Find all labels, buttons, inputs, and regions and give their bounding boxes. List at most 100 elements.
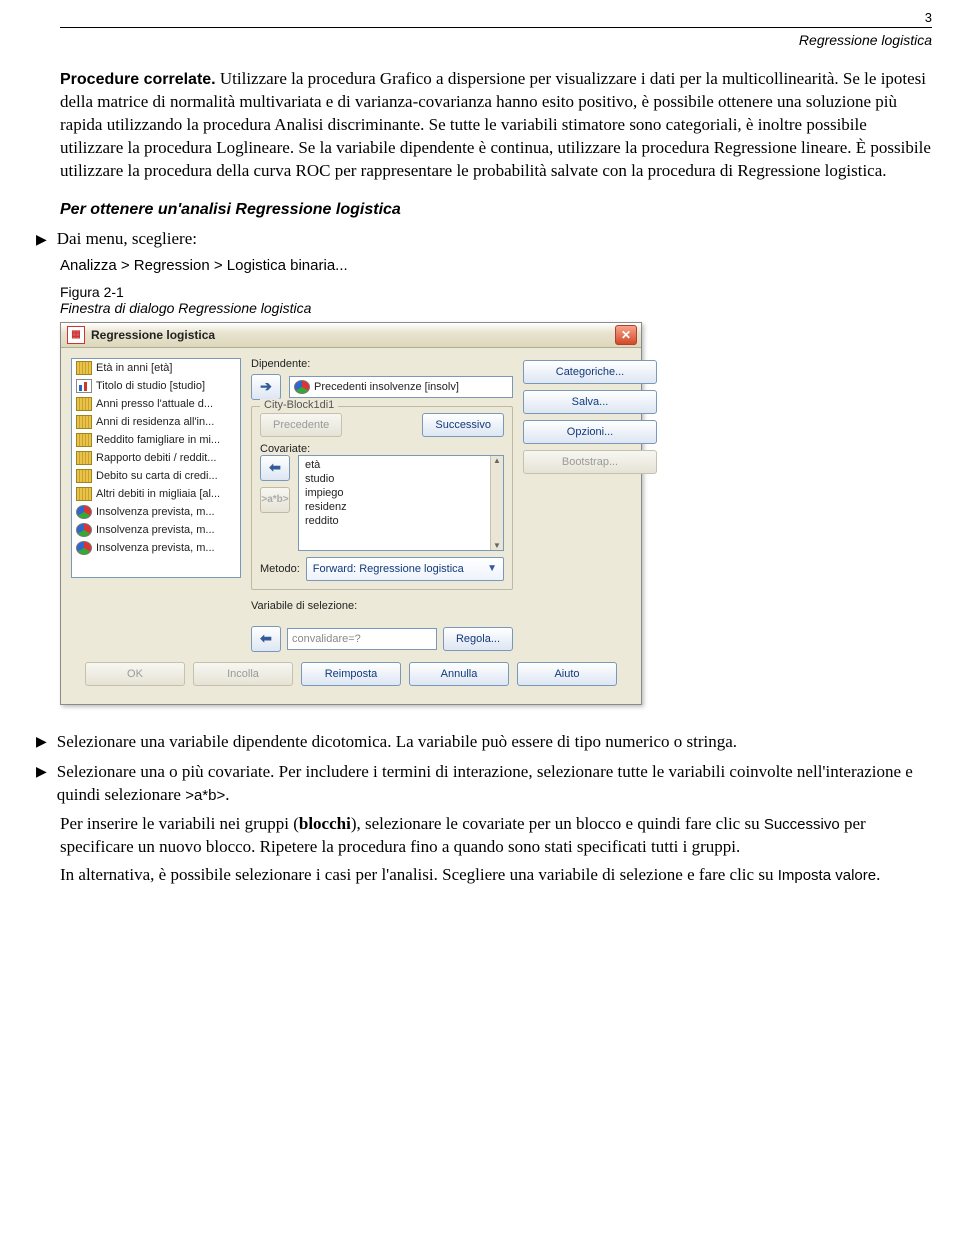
source-variable-item[interactable]: Insolvenza prevista, m... — [72, 521, 240, 539]
variable-label: Altri debiti in migliaia [al... — [96, 488, 220, 500]
dependent-value: Precedenti insolvenze [insolv] — [314, 381, 459, 393]
covariate-label: Covariate: — [260, 443, 504, 455]
scrollbar[interactable]: ▲▼ — [490, 456, 503, 550]
figure-caption: Finestra di dialogo Regressione logistic… — [60, 300, 932, 316]
section-title: Regressione logistica — [60, 32, 932, 48]
move-to-dependent-button[interactable]: ➔ — [251, 374, 281, 400]
covariate-item[interactable]: età — [303, 458, 489, 472]
variable-label: Titolo di studio [studio] — [96, 380, 205, 392]
covariate-item[interactable]: studio — [303, 472, 489, 486]
step-3: ▶ Selezionare una o più covariate. Per i… — [36, 761, 932, 807]
triangle-icon: ▶ — [36, 761, 47, 807]
source-variable-list[interactable]: Età in anni [età] Titolo di studio [studi… — [71, 358, 241, 578]
covariate-list[interactable]: etàstudioimpiegoresidenzreddito▲▼ — [298, 455, 504, 551]
next-block-button[interactable]: Successivo — [422, 413, 504, 437]
source-variable-item[interactable]: Rapporto debiti / reddit... — [72, 449, 240, 467]
paragraph-blocks: Per inserire le variabili nei gruppi (bl… — [60, 813, 932, 859]
source-variable-item[interactable]: Età in anni [età] — [72, 359, 240, 377]
variable-label: Anni presso l'attuale d... — [96, 398, 213, 410]
page-number: 3 — [60, 10, 932, 25]
ruler-icon — [76, 451, 92, 465]
interaction-button[interactable]: >a*b> — [260, 487, 290, 513]
paragraph-selection: In alternativa, è possibile selezionare … — [60, 864, 932, 887]
p2-bold: blocchi — [299, 814, 351, 833]
dependent-field[interactable]: Precedenti insolvenze [insolv] — [289, 376, 513, 398]
source-variable-item[interactable]: Insolvenza prevista, m... — [72, 539, 240, 557]
ruler-icon — [76, 397, 92, 411]
block-legend: City-Block1di1 — [260, 399, 338, 411]
interaction-token: >a*b> — [185, 787, 225, 804]
subheading: Per ottenere un'analisi Regressione logi… — [60, 201, 932, 219]
variable-label: Età in anni [età] — [96, 362, 172, 374]
figure-label: Figura 2-1 — [60, 284, 932, 300]
selvar-field[interactable]: convalidare=? — [287, 628, 437, 650]
previous-block-button[interactable]: Precedente — [260, 413, 342, 437]
triangle-icon: ▶ — [36, 731, 47, 755]
save-button[interactable]: Salva... — [523, 390, 657, 414]
covariate-item[interactable]: residenz — [303, 500, 489, 514]
variable-label: Reddito famigliare in mi... — [96, 434, 220, 446]
p2b: ), selezionare le covariate per un blocc… — [351, 814, 764, 833]
ruler-icon — [76, 469, 92, 483]
variable-label: Insolvenza prevista, m... — [96, 506, 215, 518]
step-2-text: Selezionare una variabile dipendente dic… — [57, 731, 737, 755]
p2a: Per inserire le variabili nei gruppi ( — [60, 814, 299, 833]
step-1-text: Dai menu, scegliere: — [57, 229, 197, 249]
source-variable-item[interactable]: Altri debiti in migliaia [al... — [72, 485, 240, 503]
dialog-footer: OK Incolla Reimposta Annulla Aiuto — [71, 652, 631, 698]
close-button[interactable]: ✕ — [615, 325, 637, 345]
p3b: . — [876, 865, 880, 884]
variable-label: Rapporto debiti / reddit... — [96, 452, 216, 464]
block-group: City-Block1di1 Precedente Successivo Cov… — [251, 406, 513, 590]
method-label: Metodo: — [260, 563, 300, 575]
dialog-window: ▦ Regressione logistica ✕ Età in anni [e… — [60, 322, 642, 705]
intro-paragraph: Procedure correlate. Utilizzare la proce… — [60, 68, 932, 183]
ruler-icon — [76, 487, 92, 501]
dialog-titlebar[interactable]: ▦ Regressione logistica ✕ — [61, 323, 641, 348]
options-button[interactable]: Opzioni... — [523, 420, 657, 444]
ok-button[interactable]: OK — [85, 662, 185, 686]
reset-button[interactable]: Reimposta — [301, 662, 401, 686]
move-to-selvar-button[interactable]: ⬅ — [251, 626, 281, 652]
step-2: ▶ Selezionare una variabile dipendente d… — [36, 731, 932, 755]
header-rule — [60, 27, 932, 28]
paste-button[interactable]: Incolla — [193, 662, 293, 686]
covariate-item[interactable]: impiego — [303, 486, 489, 500]
variable-label: Anni di residenza all'in... — [96, 416, 214, 428]
source-variable-item[interactable]: Titolo di studio [studio] — [72, 377, 240, 395]
chevron-down-icon: ▼ — [487, 563, 497, 574]
intro-lead: Procedure correlate. — [60, 71, 216, 88]
source-variable-item[interactable]: Anni di residenza all'in... — [72, 413, 240, 431]
step-3-text: Selezionare una o più covariate. Per inc… — [57, 761, 932, 807]
nom-icon — [76, 541, 92, 555]
dialog-title: Regressione logistica — [91, 328, 215, 342]
nom-icon — [76, 505, 92, 519]
covariate-item[interactable]: reddito — [303, 514, 489, 528]
source-variable-item[interactable]: Debito su carta di credi... — [72, 467, 240, 485]
ruler-icon — [76, 433, 92, 447]
source-variable-item[interactable]: Reddito famigliare in mi... — [72, 431, 240, 449]
app-icon: ▦ — [67, 326, 85, 344]
cancel-button[interactable]: Annulla — [409, 662, 509, 686]
source-variable-item[interactable]: Anni presso l'attuale d... — [72, 395, 240, 413]
rule-button[interactable]: Regola... — [443, 627, 513, 651]
categorical-button[interactable]: Categoriche... — [523, 360, 657, 384]
step-3b: . — [225, 785, 229, 804]
variable-label: Debito su carta di credi... — [96, 470, 218, 482]
ruler-icon — [76, 415, 92, 429]
selvar-value: convalidare=? — [292, 633, 361, 645]
ruler-icon — [76, 361, 92, 375]
help-button[interactable]: Aiuto — [517, 662, 617, 686]
move-to-covariate-button[interactable]: ⬅ — [260, 455, 290, 481]
dependent-label: Dipendente: — [251, 358, 513, 370]
bootstrap-button[interactable]: Bootstrap... — [523, 450, 657, 474]
p3a: In alternativa, è possibile selezionare … — [60, 865, 778, 884]
variable-label: Insolvenza prevista, m... — [96, 542, 215, 554]
step-1: ▶ Dai menu, scegliere: — [36, 229, 932, 253]
selvar-label: Variabile di selezione: — [251, 600, 513, 612]
triangle-icon: ▶ — [36, 229, 47, 253]
imposta-valore-token: Imposta valore — [778, 867, 876, 884]
method-value: Forward: Regressione logistica — [313, 563, 464, 575]
source-variable-item[interactable]: Insolvenza prevista, m... — [72, 503, 240, 521]
method-select[interactable]: Forward: Regressione logistica ▼ — [306, 557, 504, 581]
